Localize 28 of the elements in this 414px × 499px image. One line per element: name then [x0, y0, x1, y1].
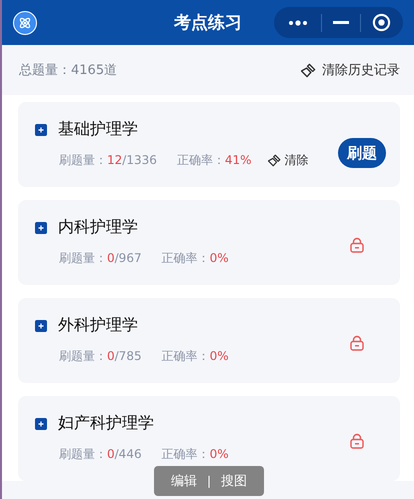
- subject-name: 外科护理学: [58, 315, 138, 336]
- expand-icon[interactable]: [35, 124, 47, 136]
- accuracy-rate: 正确率：0%: [162, 446, 229, 463]
- subject-name: 妇产科护理学: [58, 413, 154, 434]
- expand-icon[interactable]: [35, 222, 47, 234]
- practice-count: 刷题量：0/446: [59, 446, 142, 463]
- practice-button[interactable]: 刷题: [338, 138, 386, 168]
- page-title: 考点练习: [174, 12, 242, 34]
- subject-card[interactable]: 外科护理学 刷题量：0/785 正确率：0%: [18, 298, 400, 383]
- accuracy-rate: 正确率：41%: [176, 152, 252, 169]
- accuracy-rate: 正确率：0%: [162, 250, 229, 267]
- subject-name: 基础护理学: [58, 119, 138, 140]
- practice-count: 刷题量：0/785: [59, 348, 142, 365]
- total-count: 总题量：4165道: [19, 62, 118, 79]
- target-icon[interactable]: [372, 13, 391, 32]
- minimize-icon[interactable]: [333, 20, 349, 24]
- expand-icon[interactable]: [35, 320, 47, 332]
- expand-icon[interactable]: [35, 418, 47, 430]
- subject-card[interactable]: 内科护理学 刷题量：0/967 正确率：0%: [18, 200, 400, 285]
- atom-icon[interactable]: [13, 10, 37, 34]
- clear-link[interactable]: 清除: [268, 152, 309, 169]
- clear-history-link[interactable]: 清除历史记录: [301, 61, 400, 79]
- practice-count: 刷题量：12/1336: [59, 152, 157, 169]
- accuracy-rate: 正确率：0%: [162, 348, 229, 365]
- subject-name: 内科护理学: [58, 217, 138, 238]
- practice-count: 刷题量：0/967: [59, 250, 142, 267]
- subject-card[interactable]: 基础护理学 刷题量：12/1336 正确率：41% 清除 刷题: [18, 102, 400, 187]
- more-icon[interactable]: [288, 18, 310, 26]
